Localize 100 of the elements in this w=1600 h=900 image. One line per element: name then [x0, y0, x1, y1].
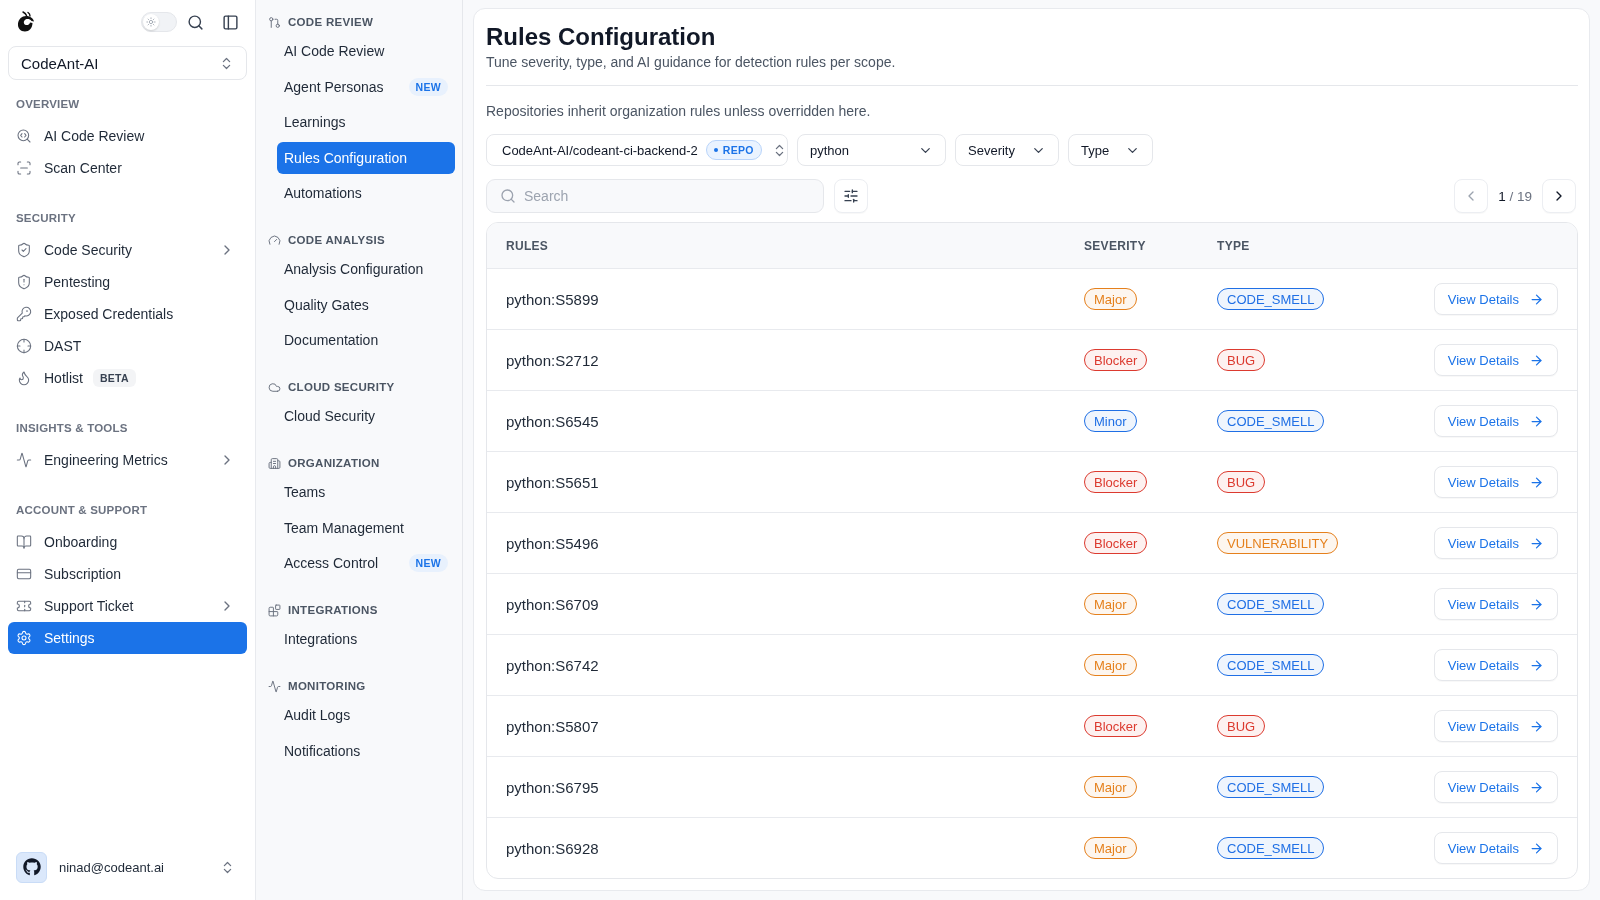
type-badge: CODE_SMELL [1217, 776, 1325, 798]
scan-frame-icon [16, 160, 32, 176]
nav-badge: NEW [408, 554, 448, 572]
view-details-button[interactable]: View Details [1433, 771, 1558, 803]
book-icon [16, 534, 32, 550]
filter-dropdown[interactable]: Severity [955, 134, 1059, 166]
search-field[interactable]: Search [486, 179, 824, 213]
view-details-button[interactable]: View Details [1433, 710, 1558, 742]
nav-item[interactable]: AI Code Review [277, 35, 455, 67]
page-title: Rules Configuration [486, 22, 716, 52]
scope-label: REPO [722, 144, 754, 156]
building-icon [268, 456, 281, 470]
type-badge: BUG [1217, 715, 1266, 737]
nav-item[interactable]: Code Security [8, 234, 247, 266]
nav-item[interactable]: Support Ticket [8, 590, 247, 622]
severity-badge: Blocker [1084, 715, 1148, 737]
nav-item[interactable]: Learnings [277, 106, 455, 138]
card-icon [16, 566, 32, 582]
rule-name: python:S5807 [506, 717, 599, 735]
arrow-right-icon [1529, 535, 1544, 551]
blocks-icon [268, 603, 281, 617]
rule-name: python:S2712 [506, 351, 599, 369]
nav-item[interactable]: Analysis Configuration [277, 253, 455, 285]
shield-alert-icon [16, 274, 32, 290]
nav-item[interactable]: Automations [277, 177, 455, 209]
nav-badge: NEW [408, 77, 448, 96]
view-details-button[interactable]: View Details [1433, 283, 1558, 315]
severity-badge: Minor [1084, 410, 1137, 432]
nav-item[interactable]: Notifications [277, 734, 455, 767]
nav-item[interactable]: Team Management [277, 511, 455, 544]
nav-item[interactable]: Integrations [277, 623, 455, 655]
nav-item[interactable]: Settings [8, 622, 247, 654]
rule-name: python:S6545 [506, 412, 599, 430]
inheritance-note: Repositories inherit organization rules unless overridden here. [486, 102, 871, 120]
filter-dropdown[interactable]: Type [1067, 134, 1154, 166]
severity-badge: Major [1084, 593, 1137, 615]
view-details-button[interactable]: View Details [1433, 466, 1558, 498]
rule-name: python:S5899 [506, 290, 599, 308]
repository-select[interactable]: CodeAnt-AI/codeant-ci-backend-2 REPO [486, 134, 788, 166]
nav-item[interactable]: Hotlist BETA [8, 362, 247, 394]
nav-item[interactable]: Pentesting [8, 266, 247, 298]
view-details-button[interactable]: View Details [1433, 527, 1558, 559]
type-badge: CODE_SMELL [1217, 654, 1325, 676]
nav-item[interactable]: Exposed Credentials [8, 298, 247, 330]
nav-item[interactable]: Engineering Metrics [8, 444, 247, 476]
github-icon [16, 851, 47, 883]
organization-select[interactable]: CodeAnt-AI [8, 46, 247, 80]
severity-badge: Blocker [1084, 532, 1148, 554]
nav-item[interactable]: Access Control NEW [277, 547, 455, 579]
rule-name: python:S6795 [506, 778, 599, 796]
panel-icon[interactable] [222, 13, 239, 31]
view-details-button[interactable]: View Details [1433, 405, 1558, 437]
nav-item[interactable]: DAST [8, 330, 247, 362]
type-badge: CODE_SMELL [1217, 410, 1325, 432]
section-label: CODE REVIEW [288, 15, 374, 29]
column-header: TYPE [1217, 238, 1250, 253]
section-label: INSIGHTS & TOOLS [15, 421, 129, 435]
next-page-button[interactable] [1542, 179, 1576, 213]
section-label: INTEGRATIONS [288, 603, 378, 617]
settings-icon [16, 630, 32, 646]
theme-toggle[interactable] [141, 12, 177, 32]
arrow-right-icon [1529, 718, 1544, 734]
view-details-button[interactable]: View Details [1433, 344, 1558, 376]
rule-name: python:S6709 [506, 595, 599, 613]
filter-button[interactable] [834, 179, 868, 213]
arrow-right-icon [1529, 596, 1544, 612]
nav-item[interactable]: Cloud Security [277, 400, 455, 432]
section-label: ORGANIZATION [288, 456, 380, 470]
nav-item[interactable]: Rules Configuration [277, 141, 455, 174]
nav-item[interactable]: AI Code Review [8, 120, 247, 152]
type-badge: BUG [1217, 349, 1266, 371]
nav-item[interactable]: Audit Logs [277, 699, 455, 731]
search-icon[interactable] [187, 13, 204, 31]
arrow-right-icon [1529, 657, 1544, 673]
flame-icon [16, 370, 32, 386]
section-label: CLOUD SECURITY [288, 380, 395, 394]
type-badge: VULNERABILITY [1217, 532, 1339, 554]
severity-badge: Major [1084, 288, 1137, 310]
nav-item[interactable]: Quality Gates [277, 288, 455, 321]
filter-dropdown[interactable]: python [797, 134, 946, 166]
user-menu[interactable]: ninad@codeant.ai [8, 851, 247, 883]
type-badge: CODE_SMELL [1217, 593, 1325, 615]
shield-check-icon [16, 242, 32, 258]
search-code-icon [16, 128, 32, 144]
rule-name: python:S6928 [506, 839, 599, 857]
view-details-button[interactable]: View Details [1433, 832, 1558, 864]
severity-badge: Blocker [1084, 471, 1148, 493]
dot-icon [713, 148, 718, 152]
view-details-button[interactable]: View Details [1433, 588, 1558, 620]
nav-item[interactable]: Onboarding [8, 526, 247, 558]
arrow-right-icon [1529, 840, 1544, 856]
nav-item[interactable]: Documentation [277, 324, 455, 356]
nav-item[interactable]: Scan Center [8, 152, 247, 184]
view-details-button[interactable]: View Details [1433, 649, 1558, 681]
arrow-right-icon [1529, 291, 1544, 307]
nav-item[interactable]: Teams [277, 476, 455, 508]
nav-item[interactable]: Agent Personas NEW [277, 70, 455, 103]
column-header: SEVERITY [1084, 238, 1146, 253]
nav-item[interactable]: Subscription [8, 558, 247, 590]
cloud-icon [268, 380, 281, 394]
